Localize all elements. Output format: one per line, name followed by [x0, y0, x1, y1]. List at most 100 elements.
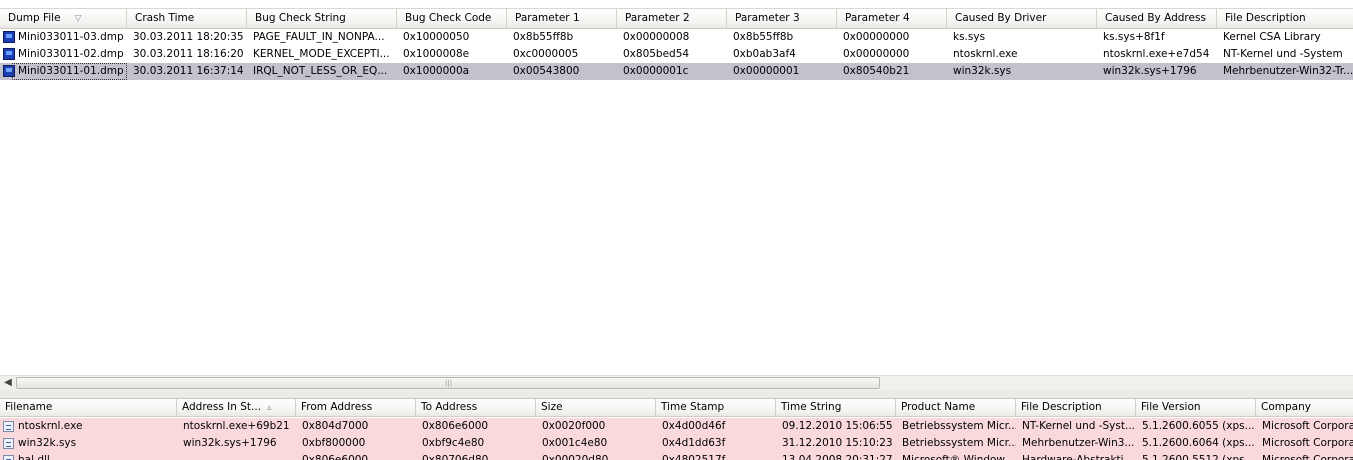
column-header-label: Address In St... — [182, 401, 262, 413]
column-header-caused-by-driver[interactable]: Caused By Driver — [947, 9, 1097, 28]
cell-parameter-2: 0x00000008 — [623, 31, 690, 43]
column-header-label: Dump File — [8, 12, 61, 24]
crash-list-header: Dump File ▽ Crash Time Bug Check String B… — [0, 9, 1353, 29]
driver-list[interactable]: Filename Address In St... ▵ From Address … — [0, 399, 1353, 460]
horizontal-scrollbar[interactable]: ◀ ||| — [0, 375, 1353, 390]
column-header-address-in-stack[interactable]: Address In St... ▵ — [177, 399, 296, 416]
cell-filename: ntoskrnl.exe — [18, 420, 83, 432]
cell-size: 0x001c4e80 — [542, 437, 608, 449]
cell-file-version: 5.1.2600.5512 (xps... — [1142, 454, 1255, 460]
crash-dump-list[interactable]: Dump File ▽ Crash Time Bug Check String B… — [0, 9, 1353, 375]
table-row[interactable]: ntoskrnl.exe ntoskrnl.exe+69b21 0x804d70… — [0, 418, 1353, 435]
cell-caused-by-address: win32k.sys+1796 — [1103, 65, 1197, 77]
cell-to-address: 0xbf9c4e80 — [422, 437, 485, 449]
cell-filename: hal.dll — [18, 454, 50, 460]
table-row[interactable]: hal.dll 0x806e6000 0x80706d80 0x00020d80… — [0, 452, 1353, 460]
column-header-size[interactable]: Size — [536, 399, 656, 416]
cell-file-version: 5.1.2600.6064 (xps... — [1142, 437, 1255, 449]
cell-to-address: 0x80706d80 — [422, 454, 489, 460]
column-header-company[interactable]: Company — [1256, 399, 1353, 416]
scrollbar-grip-icon: ||| — [445, 379, 453, 387]
column-header-bug-check-string[interactable]: Bug Check String — [247, 9, 397, 28]
cell-bug-check-string: PAGE_FAULT_IN_NONPA... — [253, 31, 385, 43]
cell-address-in-stack — [177, 452, 296, 460]
table-row-selected[interactable]: Mini033011-01.dmp 30.03.2011 16:37:14 IR… — [0, 63, 1353, 80]
cell-to-address: 0x806e6000 — [422, 420, 489, 432]
cell-parameter-2: 0x0000001c — [623, 65, 689, 77]
cell-caused-by-address: ntoskrnl.exe+e7d54 — [1103, 48, 1210, 60]
cell-parameter-1: 0x8b55ff8b — [513, 31, 574, 43]
cell-parameter-4: 0x00000000 — [843, 31, 910, 43]
column-header-dump-file[interactable]: Dump File ▽ — [0, 9, 127, 28]
cell-caused-by-address: ks.sys+8f1f — [1103, 31, 1165, 43]
cell-time-string: 13.04.2008 20:31:27 — [782, 454, 893, 460]
column-header-parameter-2[interactable]: Parameter 2 — [617, 9, 727, 28]
column-header-time-string[interactable]: Time String — [776, 399, 896, 416]
cell-from-address: 0x806e6000 — [302, 454, 369, 460]
column-header-parameter-1[interactable]: Parameter 1 — [507, 9, 617, 28]
cell-bug-check-string: KERNEL_MODE_EXCEPTI... — [253, 48, 390, 60]
sort-arrow-icon: ▽ — [74, 14, 82, 24]
cell-caused-by-driver: ks.sys — [953, 31, 986, 43]
cell-time-string: 31.12.2010 15:10:23 — [782, 437, 893, 449]
cell-size: 0x0020f000 — [542, 420, 606, 432]
cell-size: 0x00020d80 — [542, 454, 609, 460]
cell-from-address: 0x804d7000 — [302, 420, 369, 432]
pane-splitter[interactable] — [0, 390, 1353, 399]
cell-crash-time: 30.03.2011 16:37:14 — [133, 65, 244, 77]
cell-company: Microsoft Corporat — [1262, 420, 1353, 432]
column-header-file-description[interactable]: File Description — [1016, 399, 1136, 416]
cell-crash-time: 30.03.2011 18:16:20 — [133, 48, 244, 60]
cell-crash-time: 30.03.2011 18:20:35 — [133, 31, 244, 43]
cell-file-description: NT-Kernel und -System — [1223, 48, 1343, 60]
table-row[interactable]: win32k.sys win32k.sys+1796 0xbf800000 0x… — [0, 435, 1353, 452]
cell-company: Microsoft Corporat — [1262, 437, 1353, 449]
cell-parameter-3: 0xb0ab3af4 — [733, 48, 796, 60]
column-header-filename[interactable]: Filename — [0, 399, 177, 416]
cell-time-stamp: 0x4d1dd63f — [662, 437, 726, 449]
column-header-product-name[interactable]: Product Name — [896, 399, 1016, 416]
cell-caused-by-driver: ntoskrnl.exe — [953, 48, 1018, 60]
column-header-from-address[interactable]: From Address — [296, 399, 416, 416]
cell-file-description: Kernel CSA Library — [1223, 31, 1321, 43]
cell-company: Microsoft Corporat — [1262, 454, 1353, 460]
column-header-bug-check-code[interactable]: Bug Check Code — [397, 9, 507, 28]
cell-file-description: Mehrbenutzer-Win32-Tr... — [1223, 65, 1353, 77]
cell-dump-file: Mini033011-01.dmp — [12, 63, 127, 80]
cell-filename: win32k.sys — [18, 437, 77, 449]
cell-file-description: Mehrbenutzer-Win3... — [1022, 437, 1135, 449]
cell-file-description: NT-Kernel und -Syst... — [1022, 420, 1135, 432]
cell-dump-file: Mini033011-02.dmp — [18, 48, 124, 60]
column-header-parameter-3[interactable]: Parameter 3 — [727, 9, 837, 28]
column-header-file-version[interactable]: File Version — [1136, 399, 1256, 416]
cell-parameter-1: 0x00543800 — [513, 65, 580, 77]
cell-file-description: Hardware-Abstrakti... — [1022, 454, 1134, 460]
column-header-time-stamp[interactable]: Time Stamp — [656, 399, 776, 416]
sort-arrow-icon: ▵ — [267, 403, 272, 413]
driver-list-header: Filename Address In St... ▵ From Address … — [0, 399, 1353, 417]
column-header-parameter-4[interactable]: Parameter 4 — [837, 9, 947, 28]
cell-address-in-stack: win32k.sys+1796 — [183, 437, 277, 449]
cell-product-name: Betriebssystem Micr... — [902, 420, 1016, 432]
cell-from-address: 0xbf800000 — [302, 437, 366, 449]
column-header-caused-by-address[interactable]: Caused By Address — [1097, 9, 1217, 28]
cell-dump-file: Mini033011-03.dmp — [18, 31, 124, 43]
top-border — [0, 0, 1353, 9]
cell-time-string: 09.12.2010 15:06:55 — [782, 420, 893, 432]
cell-product-name: Betriebssystem Micr... — [902, 437, 1016, 449]
column-header-to-address[interactable]: To Address — [416, 399, 536, 416]
cell-address-in-stack: ntoskrnl.exe+69b21 — [183, 420, 290, 432]
cell-product-name: Microsoft® Window... — [902, 454, 1015, 460]
cell-file-version: 5.1.2600.6055 (xps... — [1142, 420, 1255, 432]
column-header-crash-time[interactable]: Crash Time — [127, 9, 247, 28]
cell-parameter-4: 0x00000000 — [843, 48, 910, 60]
scroll-left-arrow-icon[interactable]: ◀ — [0, 376, 16, 390]
table-row[interactable]: Mini033011-03.dmp 30.03.2011 18:20:35 PA… — [0, 29, 1353, 46]
scrollbar-thumb[interactable]: ||| — [16, 377, 880, 389]
cell-bug-check-code: 0x10000050 — [403, 31, 470, 43]
column-header-file-description[interactable]: File Description — [1217, 9, 1353, 28]
table-row[interactable]: Mini033011-02.dmp 30.03.2011 18:16:20 KE… — [0, 46, 1353, 63]
cell-parameter-1: 0xc0000005 — [513, 48, 579, 60]
cell-time-stamp: 0x4d00d46f — [662, 420, 726, 432]
cell-parameter-2: 0x805bed54 — [623, 48, 690, 60]
